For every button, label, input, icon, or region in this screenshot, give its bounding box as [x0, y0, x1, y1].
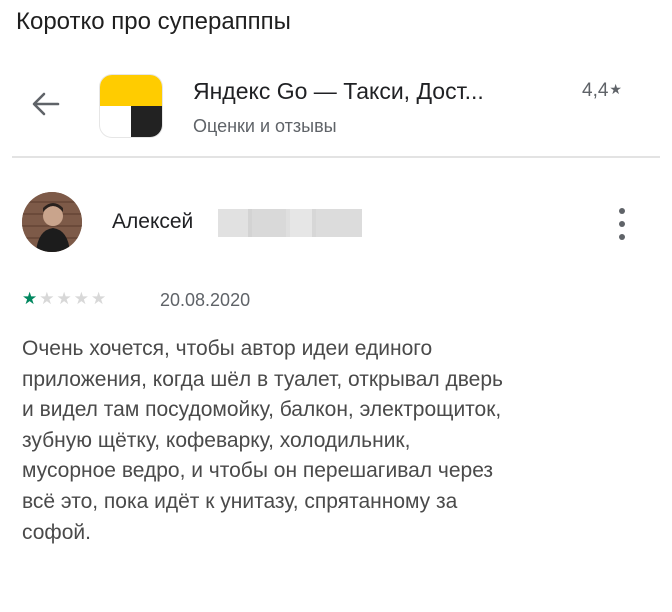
review-star-rating: ★ ★ ★ ★ ★: [22, 289, 108, 309]
back-button[interactable]: [28, 86, 64, 122]
user-avatar-icon: [22, 192, 82, 252]
review-date: 20.08.2020: [160, 290, 251, 310]
kebab-dot-icon: [619, 221, 625, 227]
rating-value: 4,4: [582, 80, 609, 101]
review-text-line: мусорное ведро, и чтобы он перешагивал ч…: [22, 459, 494, 483]
arrow-left-icon: [32, 92, 60, 116]
star-empty-icon: ★: [56, 289, 72, 308]
star-empty-icon: ★: [39, 289, 55, 308]
blurred-surname: [218, 206, 363, 240]
review-text-line: приложения, когда шёл в туалет, открывал…: [22, 367, 503, 391]
review-author: Алексей: [112, 210, 194, 233]
avatar: [22, 192, 82, 252]
yandex-go-app-icon: [100, 75, 162, 137]
review-text-line: софой.: [22, 520, 91, 544]
review-text-line: всё это, пока идёт к унитазу, спрятанном…: [22, 489, 458, 513]
app-rating: 4,4★: [582, 80, 622, 102]
star-filled-icon: ★: [22, 289, 38, 308]
review-text-line: Очень хочется, чтобы автор идеи единого: [22, 337, 433, 360]
kebab-dot-icon: [619, 208, 625, 214]
app-header: Яндекс Go — Такси, Дост... 4,4★ Оценки и…: [0, 60, 672, 155]
header-divider: [12, 156, 660, 158]
page-subtitle: Оценки и отзывы: [193, 116, 337, 136]
rating-star-icon: ★: [609, 81, 622, 97]
star-empty-icon: ★: [73, 289, 89, 308]
more-options-button[interactable]: [612, 206, 632, 242]
review-text-line: зубную щётку, кофеварку, холодильник,: [22, 428, 411, 452]
post-caption: Коротко про суперапппы: [16, 8, 291, 35]
app-title[interactable]: Яндекс Go — Такси, Дост...: [193, 78, 484, 105]
star-empty-icon: ★: [91, 289, 107, 308]
review-text-line: и видел там посудомойку, балкон, электро…: [22, 398, 502, 422]
kebab-dot-icon: [619, 234, 625, 240]
review-text: Очень хочется, чтобы автор идеи единого …: [22, 334, 652, 548]
